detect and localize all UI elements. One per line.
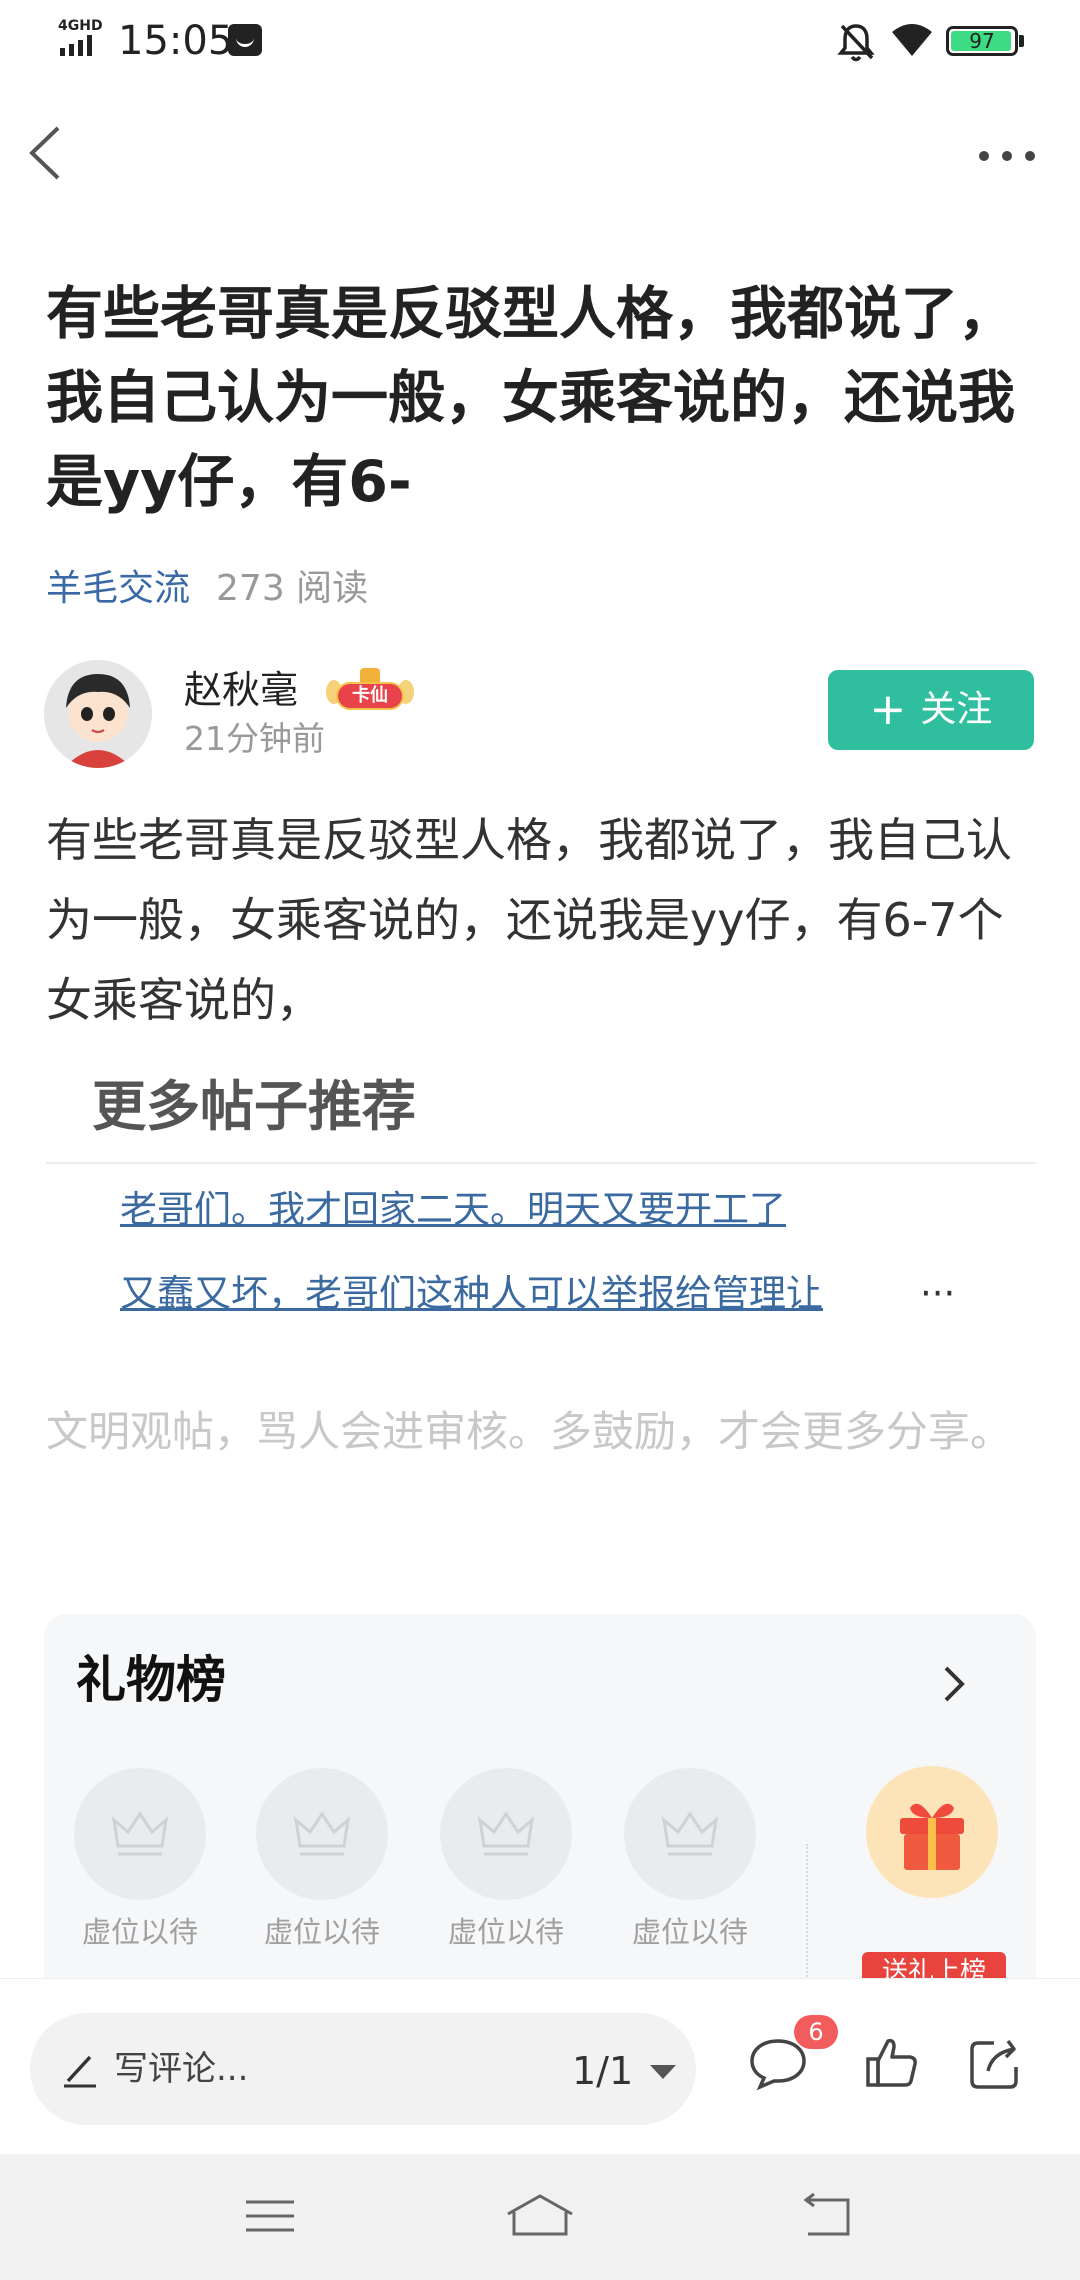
avatar[interactable] xyxy=(44,660,152,768)
status-time: 15:05 xyxy=(118,18,234,64)
caret-down-icon[interactable] xyxy=(650,2065,676,2079)
gift-rank-slot[interactable]: 虚位以待 ▲ xyxy=(440,1768,572,1994)
user-level-badge: 卡仙 xyxy=(326,668,414,714)
post-meta: 羊毛交流 273 阅读 xyxy=(46,564,368,614)
crown-icon xyxy=(477,1811,535,1856)
home-icon[interactable] xyxy=(504,2190,576,2242)
message-icon xyxy=(228,24,262,56)
slot-label: 虚位以待 xyxy=(631,1915,748,1949)
follow-label: 关注 xyxy=(920,689,993,730)
more-dots-icon[interactable] xyxy=(972,130,1042,180)
crown-placeholder xyxy=(74,1768,206,1900)
divider xyxy=(46,1162,1036,1164)
comment-count-badge: 6 xyxy=(794,2015,838,2049)
wifi-icon xyxy=(892,24,932,56)
crown-icon xyxy=(111,1811,169,1856)
slot-label: 虚位以待 xyxy=(81,1915,198,1949)
comment-input[interactable]: 写评论... 1/1 xyxy=(30,2013,696,2125)
back-icon[interactable] xyxy=(796,2190,856,2242)
crown-icon xyxy=(661,1811,719,1856)
crown-placeholder xyxy=(624,1768,756,1900)
gift-board-card: 礼物榜 虚位以待 ▲ 虚位以待 ▲ 虚位以待 ▲ 虚位以待 ▲ xyxy=(44,1614,1036,1994)
author-name[interactable]: 赵秋毫 xyxy=(184,664,298,716)
comment-placeholder: 写评论... xyxy=(114,2049,249,2089)
recommended-post-link[interactable]: 老哥们。我才回家二天。明天又要开工了 xyxy=(120,1184,786,1236)
avatar-image xyxy=(44,660,152,768)
network-type: 4GHD xyxy=(58,18,103,34)
battery-cap xyxy=(1019,35,1024,47)
status-bar: 4GHD 15:05 97 xyxy=(0,0,1080,84)
slot-label: 虚位以待 xyxy=(263,1915,380,1949)
bottom-action-bar: 写评论... 1/1 6 xyxy=(0,1978,1080,2155)
category-link[interactable]: 羊毛交流 xyxy=(46,568,190,609)
battery-level: 97 xyxy=(969,29,995,53)
gift-rank-slot[interactable]: 虚位以待 ▲ xyxy=(256,1768,388,1994)
gift-rank-slot[interactable]: 虚位以待 ▲ xyxy=(74,1768,206,1994)
post-time: 21分钟前 xyxy=(184,719,325,758)
gift-icon xyxy=(900,1803,964,1870)
gift-board-title: 礼物榜 xyxy=(76,1651,226,1709)
pencil-icon xyxy=(64,2055,96,2088)
recommend-title: 更多帖子推荐 xyxy=(92,1075,416,1138)
crown-placeholder xyxy=(440,1768,572,1900)
post-title: 有些老哥真是反驳型人格，我都说了，我自己认为一般，女乘客说的，还说我是yy仔，有… xyxy=(46,281,1015,515)
bell-muted-icon xyxy=(837,24,875,62)
ellipsis: ··· xyxy=(920,1272,956,1315)
divider xyxy=(806,1844,808,1984)
author-row: 赵秋毫 卡仙 21分钟前 + 关注 xyxy=(44,660,1034,770)
slot-label: 虚位以待 xyxy=(447,1915,564,1949)
send-gift-button[interactable] xyxy=(866,1766,998,1898)
civility-notice: 文明观帖，骂人会进审核。多鼓励，才会更多分享。 xyxy=(46,1407,1013,1456)
crown-placeholder xyxy=(256,1768,388,1900)
badge-label: 卡仙 xyxy=(336,682,404,710)
signal-icon xyxy=(60,34,92,56)
share-icon[interactable] xyxy=(964,2031,1028,2095)
page-indicator[interactable]: 1/1 xyxy=(572,2043,633,2099)
crown-icon xyxy=(293,1811,351,1856)
thumbs-up-icon[interactable] xyxy=(860,2031,924,2095)
chevron-right-icon[interactable] xyxy=(934,1660,974,1708)
read-count: 273 阅读 xyxy=(216,568,369,609)
crown-icon xyxy=(360,668,380,682)
menu-icon[interactable] xyxy=(240,2190,300,2242)
gift-rank-slot[interactable]: 虚位以待 ▲ xyxy=(624,1768,756,1994)
system-navigation-bar xyxy=(0,2154,1080,2280)
post-body: 有些老哥真是反驳型人格，我都说了，我自己认为一般，女乘客说的，还说我是yy仔，有… xyxy=(46,813,1012,1027)
chevron-left-icon[interactable] xyxy=(22,118,72,188)
plus-icon: + xyxy=(869,684,907,735)
battery-icon: 97 xyxy=(946,26,1018,56)
recommended-post-link[interactable]: 又蠢又坏，老哥们这种人可以举报给管理让 xyxy=(120,1268,823,1320)
follow-button[interactable]: + 关注 xyxy=(828,670,1034,750)
